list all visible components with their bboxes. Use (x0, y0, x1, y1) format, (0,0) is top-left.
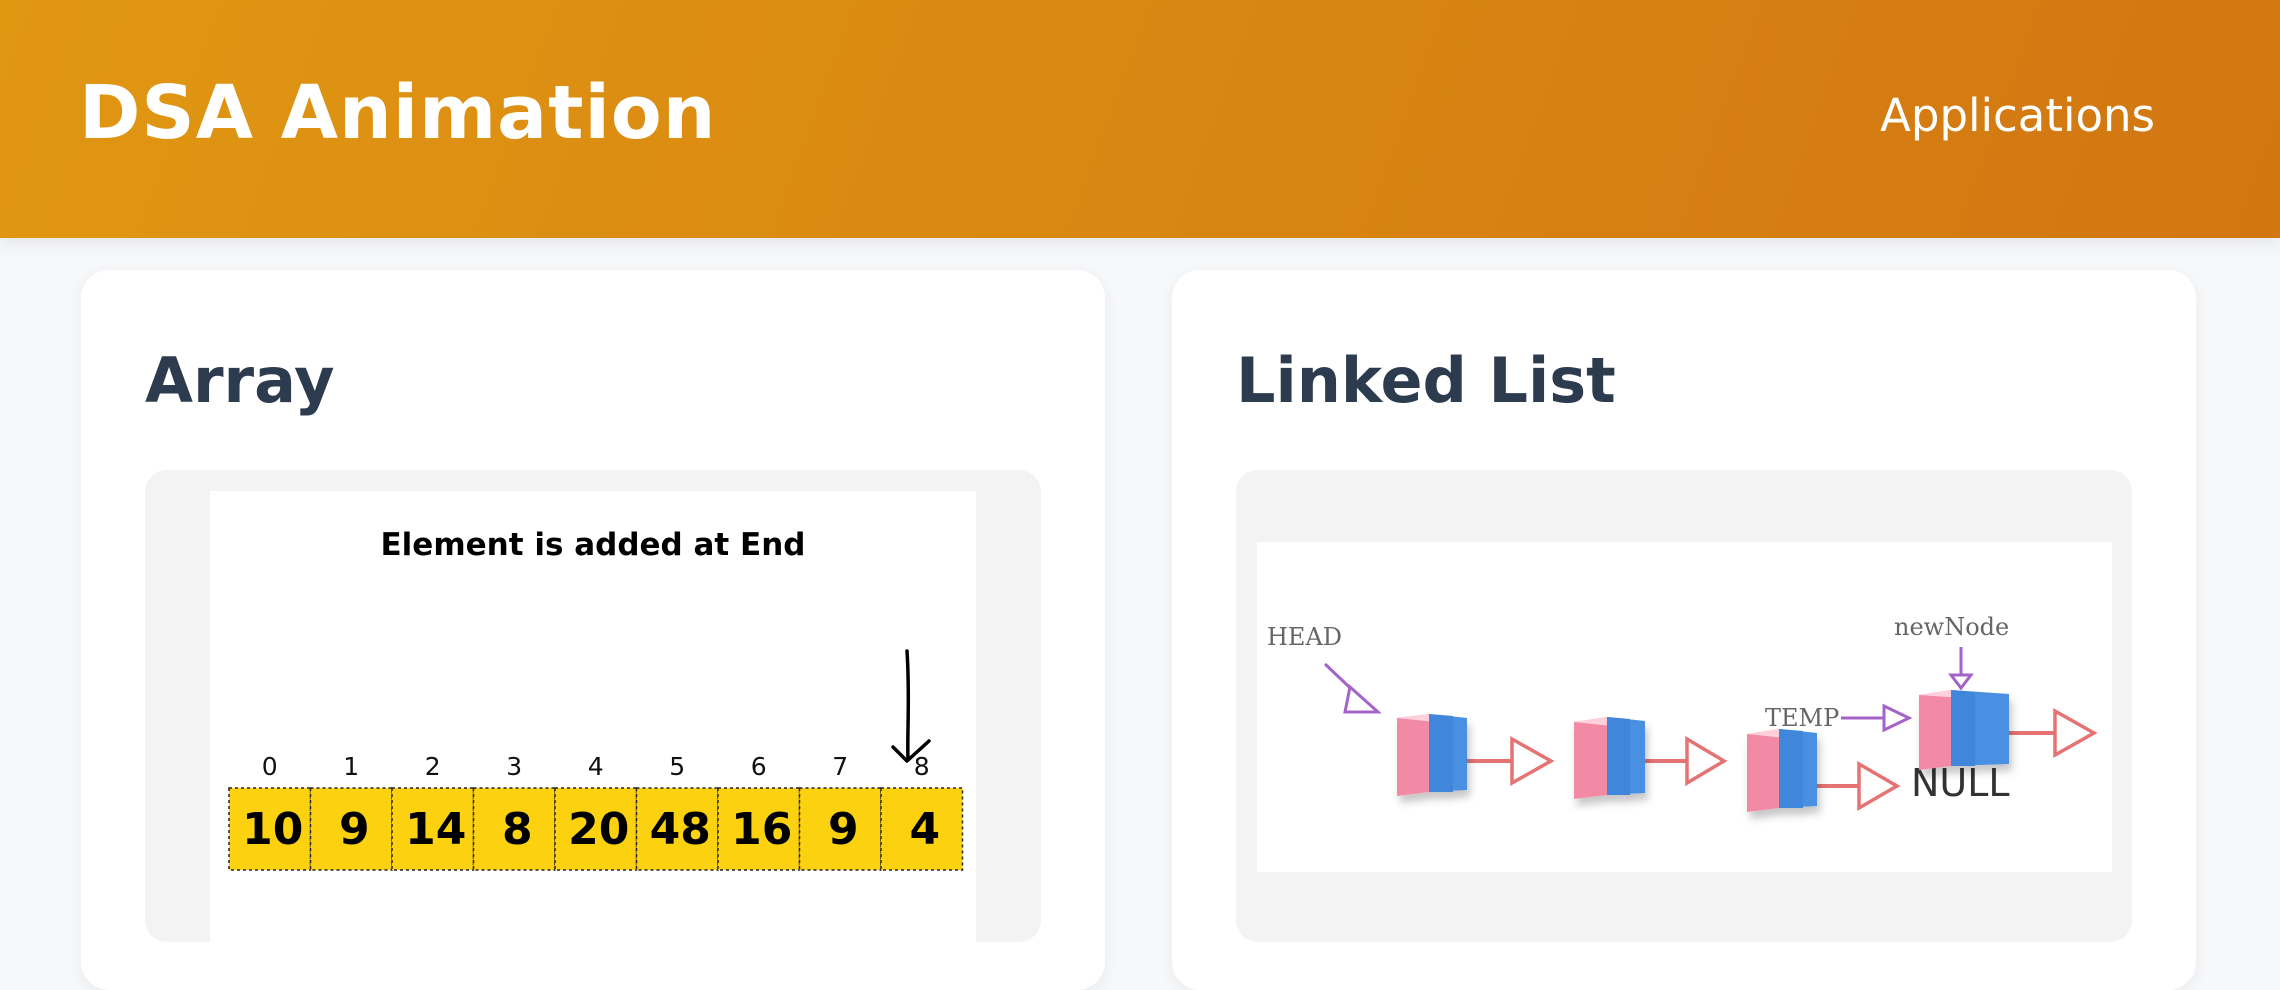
list-node-2 (1574, 717, 1645, 799)
linked-list-card[interactable]: Linked List HEAD TEMP newNode NULL (1172, 270, 2196, 990)
array-diagram: Element is added at End 0 1 2 3 4 5 6 7 8 10 9 14 8… (228, 527, 964, 871)
array-index-label: 1 (343, 752, 359, 781)
linked-list-diagram: HEAD TEMP newNode NULL (1267, 613, 2098, 812)
card-title-linked-list: Linked List (1236, 344, 1616, 417)
link-arrow-1 (1464, 736, 1555, 786)
array-index-label: 8 (914, 752, 930, 781)
temp-pointer-arrow-icon (1882, 703, 1913, 733)
array-cell-value: 8 (502, 804, 533, 855)
nav-link-applications[interactable]: Applications (1880, 88, 2155, 144)
new-node-pointer-arrow-icon (1947, 673, 1975, 691)
insert-arrow-icon (905, 649, 911, 761)
new-list-node (1919, 690, 2009, 770)
array-cell-value: 4 (909, 804, 940, 855)
linked-list-animation-frame: HEAD TEMP newNode NULL (1257, 542, 2112, 872)
array-index-label: 4 (588, 752, 604, 781)
array-animation-frame: Element is added at End 0 1 2 3 4 5 6 7 8 10 9 14 8… (210, 491, 976, 942)
array-cell-value: 14 (405, 804, 466, 855)
list-node-1 (1397, 714, 1467, 796)
array-index-label: 3 (506, 752, 522, 781)
array-index-label: 7 (832, 752, 848, 781)
array-cell-row: 10 9 14 8 20 48 16 9 4 (228, 787, 964, 871)
array-caption: Element is added at End (381, 527, 806, 563)
array-cell-value: 48 (650, 804, 711, 855)
array-card[interactable]: Array Element is added at End 0 1 2 3 4 5 6 7 8 … (81, 270, 1105, 990)
array-cell-value: 9 (339, 804, 370, 855)
array-index-label: 2 (425, 752, 441, 781)
card-title-array: Array (145, 344, 335, 417)
array-index-label: 6 (751, 752, 767, 781)
new-node-label: newNode (1894, 613, 2009, 641)
array-cell-value: 10 (242, 804, 303, 855)
link-arrow-3 (1814, 760, 1901, 812)
site-title[interactable]: DSA Animation (79, 70, 716, 156)
array-index-label: 5 (669, 752, 685, 781)
link-arrow-4 (2009, 708, 2098, 758)
array-index-row: 0 1 2 3 4 5 6 7 8 (262, 752, 930, 781)
top-header: DSA Animation Applications (0, 0, 2280, 238)
linked-list-preview: HEAD TEMP newNode NULL (1236, 470, 2132, 942)
temp-label: TEMP (1765, 704, 1839, 732)
link-arrow-2 (1641, 735, 1728, 787)
head-label: HEAD (1267, 623, 1342, 651)
array-preview: Element is added at End 0 1 2 3 4 5 6 7 8 10 9 14 8… (145, 470, 1041, 942)
list-node-3 (1747, 729, 1817, 812)
head-pointer-arrow-icon (1343, 684, 1382, 714)
array-cell-value: 16 (731, 804, 792, 855)
array-cell-value: 9 (828, 804, 859, 855)
array-cell-value: 20 (568, 804, 629, 855)
array-index-label: 0 (262, 752, 278, 781)
